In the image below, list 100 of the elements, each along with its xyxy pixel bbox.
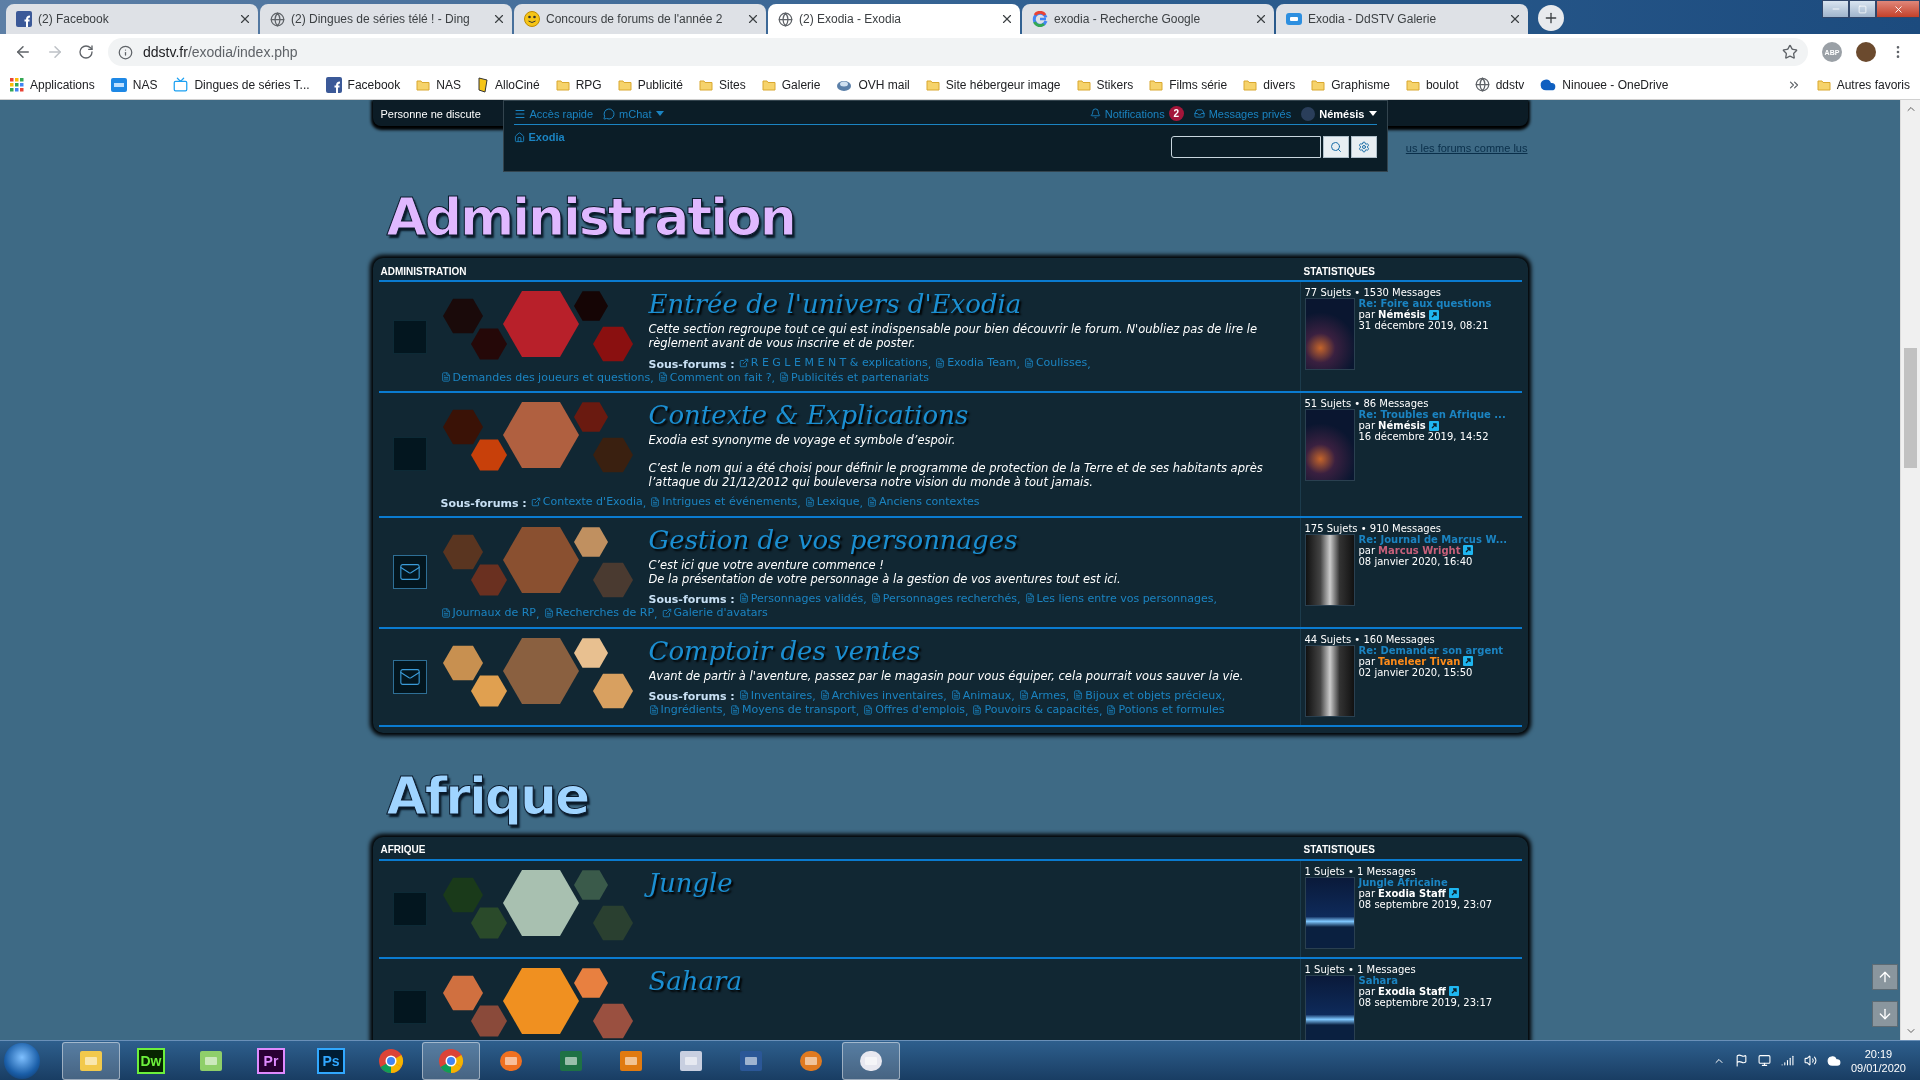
search-button[interactable] [1322, 136, 1349, 158]
close-icon[interactable] [1000, 12, 1014, 26]
scroll-to-top-button[interactable] [1872, 964, 1898, 990]
quick-access-menu[interactable]: Accès rapide [513, 107, 594, 120]
clock[interactable]: 20:19 09/01/2020 [1850, 1046, 1906, 1075]
taskbar-app-button[interactable]: Dw [122, 1041, 180, 1080]
browser-tab[interactable]: Exodia - DdSTV Galerie [1276, 4, 1528, 34]
author-name[interactable]: Némésis [1378, 420, 1426, 431]
subforum-link[interactable]: Bijoux et objets précieux [1073, 688, 1222, 702]
profile-avatar[interactable] [1856, 42, 1876, 62]
browser-tab[interactable]: exodia - Recherche Google [1022, 4, 1274, 34]
subforum-link[interactable]: Ingrédients [648, 703, 723, 716]
bookmark-star-icon[interactable] [1782, 44, 1798, 60]
bookmark-link[interactable]: Autres favoris [1816, 77, 1910, 92]
subforum-link[interactable]: Potions et formules [1106, 703, 1225, 716]
subforum-link[interactable]: Anciens contextes [867, 495, 980, 508]
subforum-link[interactable]: Recherches de RP [543, 606, 655, 619]
arrow-square-icon[interactable] [1428, 420, 1439, 431]
browser-tab[interactable]: (2) Exodia - Exodia [768, 4, 1020, 34]
subforum-link[interactable]: Armes [1018, 688, 1066, 702]
author-name[interactable]: Némésis [1378, 309, 1426, 320]
bookmark-link[interactable]: NAS [110, 77, 158, 92]
bookmark-link[interactable]: Stikers [1076, 77, 1134, 92]
subforum-link[interactable]: R E G L E M E N T & explications [738, 356, 928, 369]
close-icon[interactable] [1254, 12, 1268, 26]
user-menu[interactable]: Némésis [1319, 107, 1377, 120]
settings-button[interactable] [1350, 136, 1377, 158]
close-icon[interactable] [492, 12, 506, 26]
address-bar[interactable]: ddstv.fr/exodia/index.php [108, 38, 1808, 66]
bookmark-link[interactable]: Publicité [617, 77, 684, 92]
close-icon[interactable] [746, 12, 760, 26]
browser-tab[interactable]: (2) Dingues de séries télé ! - Ding [260, 4, 512, 34]
bookmark-link[interactable]: Ninouee - OneDrive [1540, 76, 1669, 93]
bookmark-link[interactable]: AlloCiné [476, 76, 540, 93]
arrow-square-icon[interactable] [1463, 656, 1474, 666]
bookmark-link[interactable]: ddstv [1474, 77, 1525, 92]
bookmark-link[interactable]: Films série [1149, 77, 1228, 92]
bookmark-link[interactable]: divers [1243, 77, 1296, 92]
bookmark-link[interactable]: Galerie [761, 77, 821, 92]
taskbar-app-button[interactable]: Pr [242, 1041, 300, 1080]
arrow-square-icon[interactable] [1448, 888, 1459, 898]
last-post-link[interactable]: Re: Foire aux questions [1358, 298, 1520, 309]
speaker-icon[interactable] [1803, 1054, 1817, 1067]
bookmark-link[interactable]: Applications [10, 77, 95, 92]
forum-title-link[interactable]: Entrée de l'univers d'Exodia [648, 288, 1022, 320]
minimize-button[interactable] [1822, 0, 1849, 18]
subforum-link[interactable]: Pouvoirs & capacités [972, 703, 1099, 716]
subforum-link[interactable]: Contexte d'Exodia [530, 495, 643, 508]
arrow-square-icon[interactable] [1463, 545, 1474, 555]
subforum-link[interactable]: Coulisses [1023, 356, 1088, 369]
bookmark-link[interactable]: Site hébergeur image [925, 77, 1061, 92]
chat-menu[interactable]: mChat [603, 107, 664, 120]
browser-tab[interactable]: Concours de forums de l'année 2 [514, 4, 766, 34]
last-post-link[interactable]: Re: Journal de Marcus W... [1358, 533, 1520, 545]
subforum-link[interactable]: Journaux de RP [440, 606, 536, 619]
subforum-link[interactable]: Intrigues et événements [650, 495, 798, 508]
signal-icon[interactable] [1780, 1054, 1794, 1067]
new-tab-button[interactable] [1538, 5, 1564, 31]
back-icon[interactable] [14, 43, 32, 61]
bookmark-link[interactable]: NAS [416, 77, 461, 92]
breadcrumb-link[interactable]: Exodia [513, 131, 565, 143]
bookmark-link[interactable]: Dingues de séries T... [173, 77, 310, 92]
close-icon[interactable] [1508, 12, 1522, 26]
subforum-link[interactable]: Offres d'emplois [863, 703, 965, 716]
author-name[interactable]: Taneleer Tivan [1378, 655, 1461, 667]
last-post-link[interactable]: Re: Demander son argent [1358, 644, 1520, 656]
bookmark-link[interactable]: Graphisme [1311, 77, 1390, 92]
private-messages-link[interactable]: Messages privés [1193, 107, 1292, 120]
forum-title-link[interactable]: Gestion de vos personnages [648, 523, 1018, 556]
author-name[interactable]: Exodia Staff [1378, 985, 1446, 997]
cloud-icon[interactable] [1826, 1053, 1841, 1068]
scroll-to-bottom-button[interactable] [1872, 1001, 1898, 1027]
browser-tab[interactable]: (2) Facebook [6, 4, 258, 34]
taskbar-app-button[interactable]: Ps [302, 1041, 360, 1080]
search-field[interactable] [1170, 136, 1321, 158]
bookmark-link[interactable]: Facebook [325, 76, 401, 93]
subforum-link[interactable]: Comment on fait ? [657, 370, 772, 384]
author-name[interactable]: Marcus Wright [1378, 544, 1461, 556]
forum-title-link[interactable]: Sahara [648, 964, 742, 997]
subforum-link[interactable]: Les liens entre vos personnages [1024, 591, 1214, 605]
taskbar-app-button[interactable] [62, 1041, 120, 1080]
last-post-link[interactable]: Sahara [1358, 974, 1520, 986]
notifications-link[interactable]: Notifications [1089, 107, 1165, 120]
subforum-link[interactable]: Publicités et partenariats [779, 370, 929, 384]
close-icon[interactable] [238, 12, 252, 26]
maximize-button[interactable] [1849, 0, 1876, 18]
monitor-icon[interactable] [1757, 1054, 1771, 1067]
forum-title-link[interactable]: Contexte & Explications [648, 399, 969, 431]
taskbar-app-button[interactable] [842, 1041, 900, 1080]
subforum-link[interactable]: Galerie d'avatars [661, 606, 768, 619]
flag-icon[interactable] [1734, 1054, 1748, 1067]
bookmark-link[interactable]: boulot [1405, 77, 1459, 92]
bookmark-link[interactable]: OVH mail [836, 77, 910, 92]
last-post-link[interactable]: Re: Troubles en Afrique ... [1358, 409, 1520, 420]
arrow-square-icon[interactable] [1448, 986, 1459, 996]
author-name[interactable]: Exodia Staff [1378, 887, 1446, 899]
bookmark-link[interactable]: RPG [555, 77, 602, 92]
close-button[interactable] [1876, 0, 1920, 18]
bookmark-link[interactable]: Sites [699, 77, 746, 92]
scrollbar-thumb[interactable] [1904, 348, 1917, 468]
